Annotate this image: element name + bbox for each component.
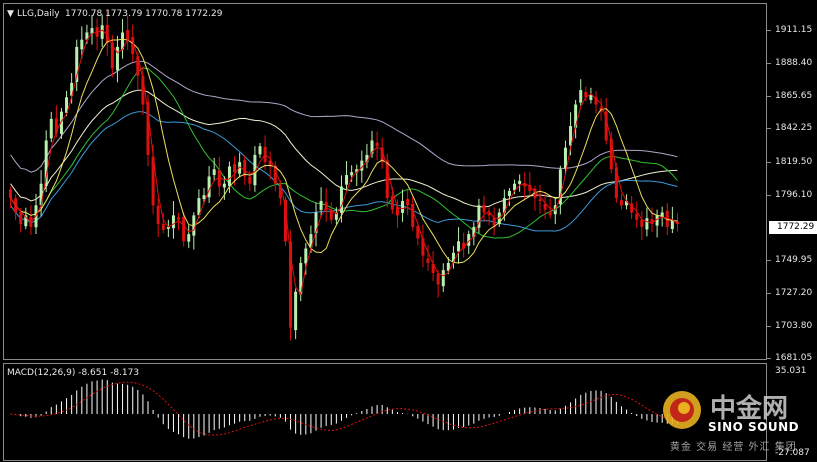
candle-up <box>350 172 354 176</box>
candle-down <box>126 29 130 40</box>
candle-down <box>640 219 644 227</box>
trading-terminal: ▼ LLG,Daily 1770.78 1773.79 1770.78 1772… <box>0 0 817 462</box>
candles-group <box>9 10 679 341</box>
candle-up <box>507 190 511 196</box>
candle-up <box>227 166 231 187</box>
price-chart-svg[interactable] <box>4 4 766 359</box>
price-tick: 1727.20 <box>775 288 813 298</box>
candle-down <box>548 211 552 216</box>
macd-signal-line <box>10 381 678 436</box>
chart-symbol-label: LLG,Daily <box>17 9 60 19</box>
candle-up <box>319 200 323 210</box>
candle-down <box>161 223 165 230</box>
macd-indicator-pane[interactable]: MACD(12,26,9) -8.651 -8.173 <box>3 363 767 461</box>
tick-mark <box>767 326 771 327</box>
price-tick: 1911.15 <box>775 25 813 35</box>
candle-up <box>202 195 206 200</box>
candle-up <box>294 291 298 331</box>
watermark-brand: SINO SOUND <box>708 420 800 434</box>
watermark-logo: 中金网 SINO SOUND 黄金 交易 经营 外汇 集团 <box>660 382 810 458</box>
current-price-tag: 1772.29 <box>769 221 817 234</box>
tick-mark <box>767 162 771 163</box>
fast-ma-group <box>10 29 678 296</box>
candle-up <box>212 169 216 175</box>
ma-yellow-line <box>10 38 678 264</box>
tick-mark <box>767 96 771 97</box>
candle-down <box>248 176 252 184</box>
candle-up <box>304 248 308 264</box>
macd-label: MACD(12,26,9) -8.651 -8.173 <box>7 368 140 378</box>
candle-up <box>518 180 522 184</box>
tick-mark <box>767 128 771 129</box>
candle-up <box>80 39 84 50</box>
candle-up <box>222 183 226 188</box>
candle-up <box>100 25 104 39</box>
candle-down <box>411 203 415 227</box>
price-tick: 1681.05 <box>775 353 813 363</box>
price-tick: 1703.80 <box>775 321 813 331</box>
candle-down <box>635 213 639 220</box>
ma-green-line <box>10 67 678 239</box>
price-tick: 1819.50 <box>775 157 813 167</box>
candle-down <box>619 200 623 206</box>
candle-down <box>19 212 23 225</box>
candle-up <box>187 234 191 242</box>
price-tick: 1888.40 <box>775 58 813 68</box>
watermark-subtitle: 黄金 交易 经营 外汇 集团 <box>670 442 797 453</box>
candle-down <box>9 189 13 199</box>
candle-down <box>390 196 394 210</box>
ma-gray-line <box>10 60 678 173</box>
candle-up <box>171 215 175 229</box>
candle-down <box>426 258 430 263</box>
candle-down <box>436 273 440 285</box>
candle-up <box>258 146 262 155</box>
watermark-emblem-icon <box>663 391 701 429</box>
macd-top-tick: 35.031 <box>775 366 807 376</box>
chart-ohlc-values: 1770.78 1773.79 1770.78 1772.29 <box>65 9 223 19</box>
ma-white-line <box>10 89 678 208</box>
candle-down <box>177 217 181 220</box>
candle-up <box>441 270 445 287</box>
tick-mark <box>767 195 771 196</box>
chart-menu-arrow-icon[interactable]: ▼ <box>7 9 14 19</box>
candle-up <box>645 218 649 230</box>
price-chart-pane[interactable]: ▼ LLG,Daily 1770.78 1773.79 1770.78 1772… <box>3 3 767 360</box>
candle-down <box>406 198 410 206</box>
candle-up <box>579 90 583 103</box>
candle-down <box>182 216 186 242</box>
candle-down <box>233 163 237 173</box>
macd-svg[interactable] <box>4 364 766 460</box>
tick-mark <box>767 30 771 31</box>
candle-up <box>401 200 405 213</box>
candle-up <box>207 176 211 198</box>
price-tick: 1796.10 <box>775 190 813 200</box>
price-tick: 1842.25 <box>775 123 813 133</box>
price-tick: 1865.65 <box>775 91 813 101</box>
price-tick: 1749.95 <box>775 255 813 265</box>
candle-down <box>482 204 486 213</box>
price-axis[interactable]: 1911.15 1888.40 1865.65 1842.25 1819.50 … <box>767 3 817 363</box>
candle-up <box>563 147 567 169</box>
ma-red-line <box>10 29 678 296</box>
candle-up <box>457 241 461 252</box>
tick-mark <box>767 358 771 359</box>
tick-mark <box>767 63 771 64</box>
tick-mark <box>767 260 771 261</box>
candle-down <box>538 199 542 201</box>
macd-histogram-group <box>15 379 678 439</box>
ma-blue-line <box>10 111 678 232</box>
candle-up <box>345 175 349 185</box>
tick-mark <box>767 293 771 294</box>
candle-down <box>156 205 160 225</box>
candle-up <box>339 186 343 213</box>
candle-up <box>49 118 53 139</box>
candle-down <box>375 142 379 147</box>
